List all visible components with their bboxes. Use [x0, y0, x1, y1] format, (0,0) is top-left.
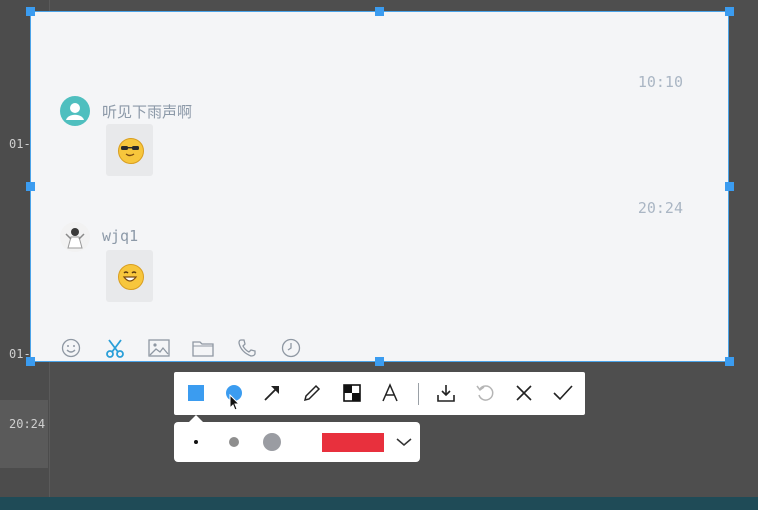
resize-handle[interactable]	[26, 182, 35, 191]
resize-handle[interactable]	[725, 357, 734, 366]
resize-handle[interactable]	[26, 7, 35, 16]
resize-handle[interactable]	[725, 182, 734, 191]
background-bottom-bar	[0, 497, 758, 510]
undo-button[interactable]	[473, 381, 497, 405]
arrow-tool-button[interactable]	[260, 381, 284, 405]
arrow-icon	[264, 386, 279, 401]
brush-size-medium[interactable]	[229, 437, 239, 447]
brush-size-large[interactable]	[263, 433, 281, 451]
selection-border[interactable]	[30, 11, 729, 362]
mouse-cursor-icon	[229, 394, 241, 411]
color-swatch[interactable]	[322, 433, 384, 452]
chevron-down-icon	[396, 438, 412, 446]
pen-icon	[303, 384, 321, 402]
rectangle-tool-button[interactable]	[184, 381, 208, 405]
check-icon	[553, 385, 573, 401]
sidebar-date: 20:24	[9, 417, 46, 431]
download-icon	[437, 385, 455, 402]
rectangle-icon	[188, 385, 204, 401]
close-icon	[516, 385, 532, 401]
toolbar-divider	[418, 383, 419, 405]
text-tool-button[interactable]	[378, 381, 402, 405]
mosaic-icon	[343, 384, 361, 402]
resize-handle[interactable]	[26, 357, 35, 366]
undo-icon	[476, 385, 494, 401]
confirm-button[interactable]	[551, 381, 575, 405]
style-panel	[174, 422, 420, 462]
mosaic-tool-button[interactable]	[340, 381, 364, 405]
resize-handle[interactable]	[375, 357, 384, 366]
text-icon	[382, 383, 398, 402]
pen-tool-button[interactable]	[300, 381, 324, 405]
background-selected-row	[0, 400, 48, 468]
color-dropdown[interactable]	[394, 432, 414, 452]
cancel-button[interactable]	[512, 381, 536, 405]
brush-size-small[interactable]	[194, 440, 198, 444]
resize-handle[interactable]	[725, 7, 734, 16]
resize-handle[interactable]	[375, 7, 384, 16]
save-button[interactable]	[434, 381, 458, 405]
